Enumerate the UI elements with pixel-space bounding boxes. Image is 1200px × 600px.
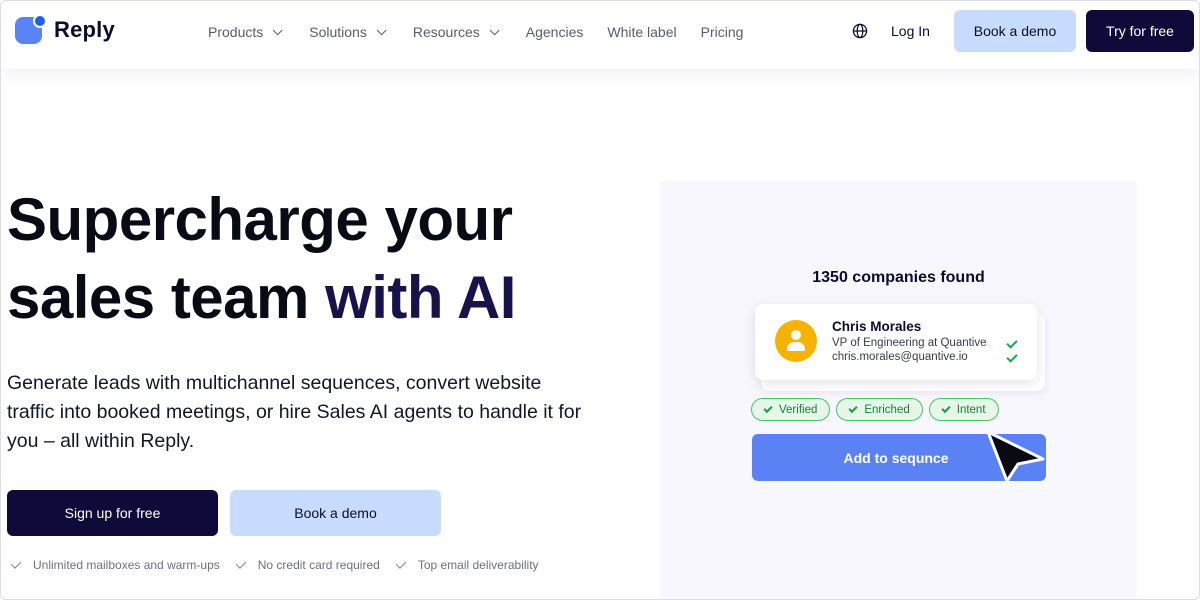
chevron-down-icon (376, 24, 387, 35)
avatar-icon (775, 320, 817, 362)
chip-label: Enriched (864, 403, 910, 416)
contact-card: Chris Morales VP of Engineering at Quant… (755, 304, 1037, 380)
nav-item-agencies[interactable]: Agencies (526, 24, 584, 40)
perk-item: Top email deliverability (395, 558, 539, 572)
cursor-icon (986, 430, 1045, 483)
perk-label: Unlimited mailboxes and warm-ups (33, 558, 220, 572)
headline-line-1: Supercharge your (7, 186, 513, 253)
nav-label: White label (607, 24, 677, 40)
contact-email: chris.morales@quantive.io (832, 351, 968, 363)
perk-item: Unlimited mailboxes and warm-ups (10, 558, 220, 572)
hero-subtext: Generate leads with multichannel sequenc… (7, 372, 582, 452)
book-demo-button-hero[interactable]: Book a demo (230, 490, 441, 536)
check-icon (235, 558, 247, 569)
perk-label: No credit card required (257, 558, 380, 572)
nav-item-pricing[interactable]: Pricing (701, 24, 744, 40)
logo-mark-icon (15, 14, 47, 45)
headline-accent-text: with AI (325, 264, 516, 331)
add-to-sequence-label: Add to sequnce (843, 449, 949, 466)
signup-button[interactable]: Sign up for free (7, 490, 218, 536)
nav-item-white-label[interactable]: White label (607, 24, 676, 40)
chip-label: Verified (779, 403, 818, 416)
hero-headline: Supercharge your sales team with AI (7, 181, 516, 337)
perk-label: Top email deliverability (417, 558, 539, 572)
logo-text: Reply (54, 17, 115, 42)
companies-found-count: 1350 companies found (812, 269, 985, 286)
check-icon (763, 403, 773, 414)
check-icon (10, 558, 22, 569)
book-demo-button-header[interactable]: Book a demo (954, 10, 1076, 52)
chip-enriched: Enriched (836, 398, 923, 421)
check-icon (941, 403, 951, 414)
try-free-button[interactable]: Try for free (1086, 10, 1194, 52)
nav-item-solutions[interactable]: Solutions (309, 24, 387, 40)
nav-item-products[interactable]: Products (208, 24, 283, 40)
logo[interactable]: Reply (15, 14, 115, 45)
check-icon (848, 403, 858, 414)
chevron-down-icon (272, 24, 283, 35)
headline-line-2: sales team with AI (7, 259, 516, 337)
status-chips: Verified Enriched Intent (751, 398, 1005, 421)
check-icon (395, 558, 407, 569)
chip-intent: Intent (928, 398, 999, 421)
nav-label: Resources (412, 24, 480, 40)
headline-plain-text: sales team (7, 264, 326, 331)
nav-label: Pricing (700, 24, 744, 40)
check-icon (1006, 351, 1018, 363)
nav-label: Products (208, 24, 264, 40)
chip-label: Intent (956, 403, 986, 416)
page-frame: Reply Products Solutions Resources Agenc… (0, 0, 1200, 600)
contact-role: VP of Engineering at Quantive (832, 337, 987, 349)
perks-list: Unlimited mailboxes and warm-ups No cred… (10, 558, 557, 572)
perk-item: No credit card required (235, 558, 380, 572)
nav-label: Solutions (309, 24, 367, 40)
site-header: Reply Products Solutions Resources Agenc… (1, 1, 1199, 69)
chevron-down-icon (489, 24, 500, 35)
login-link[interactable]: Log In (891, 23, 930, 39)
nav-label: Agencies (525, 24, 584, 40)
nav-item-resources[interactable]: Resources (412, 24, 500, 40)
contact-name: Chris Morales (832, 319, 922, 334)
globe-icon[interactable] (852, 23, 868, 39)
chip-verified: Verified (751, 398, 831, 421)
main-nav: Products Solutions Resources Agencies Wh… (208, 1, 767, 63)
check-icon (1006, 337, 1018, 349)
